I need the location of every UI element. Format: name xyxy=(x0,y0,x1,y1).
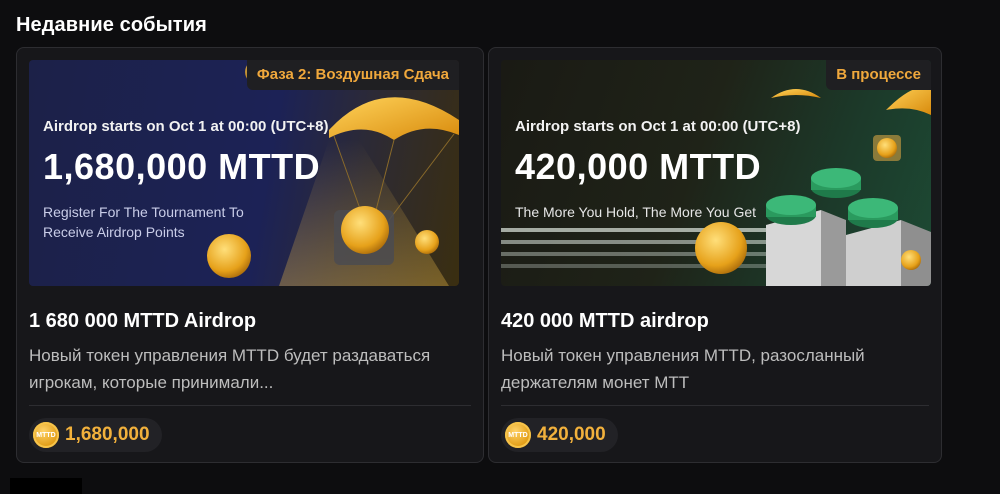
event-description: Новый токен управления MTTD будет раздав… xyxy=(29,346,431,392)
reward-amount: 1,680,000 xyxy=(65,424,150,445)
event-title[interactable]: 1 680 000 MTTD Airdrop xyxy=(29,310,256,333)
reward-amount: 420,000 xyxy=(537,424,606,445)
event-description: Новый токен управления MTTD, разосланный… xyxy=(501,346,865,392)
divider xyxy=(501,405,929,406)
banner-amount: 420,000 MTTD xyxy=(515,146,762,187)
reward-amount-pill: MTTD 420,000 xyxy=(501,418,618,452)
event-banner[interactable]: Фаза 2: Воздушная Сдача Airdrop starts o… xyxy=(29,60,459,286)
mttd-coin-icon: MTTD xyxy=(33,422,59,448)
reward-amount-pill: MTTD 1,680,000 xyxy=(29,418,162,452)
parachute-icon xyxy=(329,97,459,140)
bottom-bar-fragment xyxy=(10,478,82,494)
banner-amount: 1,680,000 MTTD xyxy=(43,146,321,187)
banner-subtitle: Airdrop starts on Oct 1 at 00:00 (UTC+8) xyxy=(515,118,801,135)
divider xyxy=(29,405,471,406)
banner-description: Register For The Tournament To Receive A… xyxy=(43,204,244,240)
event-banner[interactable]: В процессе Airdrop starts on Oct 1 at 00… xyxy=(501,60,931,286)
event-card-420000[interactable]: В процессе Airdrop starts on Oct 1 at 00… xyxy=(488,47,942,463)
parachute-icon xyxy=(771,89,821,98)
event-card-1680000[interactable]: Фаза 2: Воздушная Сдача Airdrop starts o… xyxy=(16,47,484,463)
event-title[interactable]: 420 000 MTTD airdrop xyxy=(501,310,709,333)
banner-subtitle: Airdrop starts on Oct 1 at 00:00 (UTC+8) xyxy=(43,118,329,135)
status-badge: В процессе xyxy=(826,60,931,90)
section-title: Недавние события xyxy=(16,14,207,36)
banner-description: The More You Hold, The More You Get xyxy=(515,204,757,220)
mttd-coin-icon: MTTD xyxy=(505,422,531,448)
status-badge: Фаза 2: Воздушная Сдача xyxy=(246,60,459,90)
